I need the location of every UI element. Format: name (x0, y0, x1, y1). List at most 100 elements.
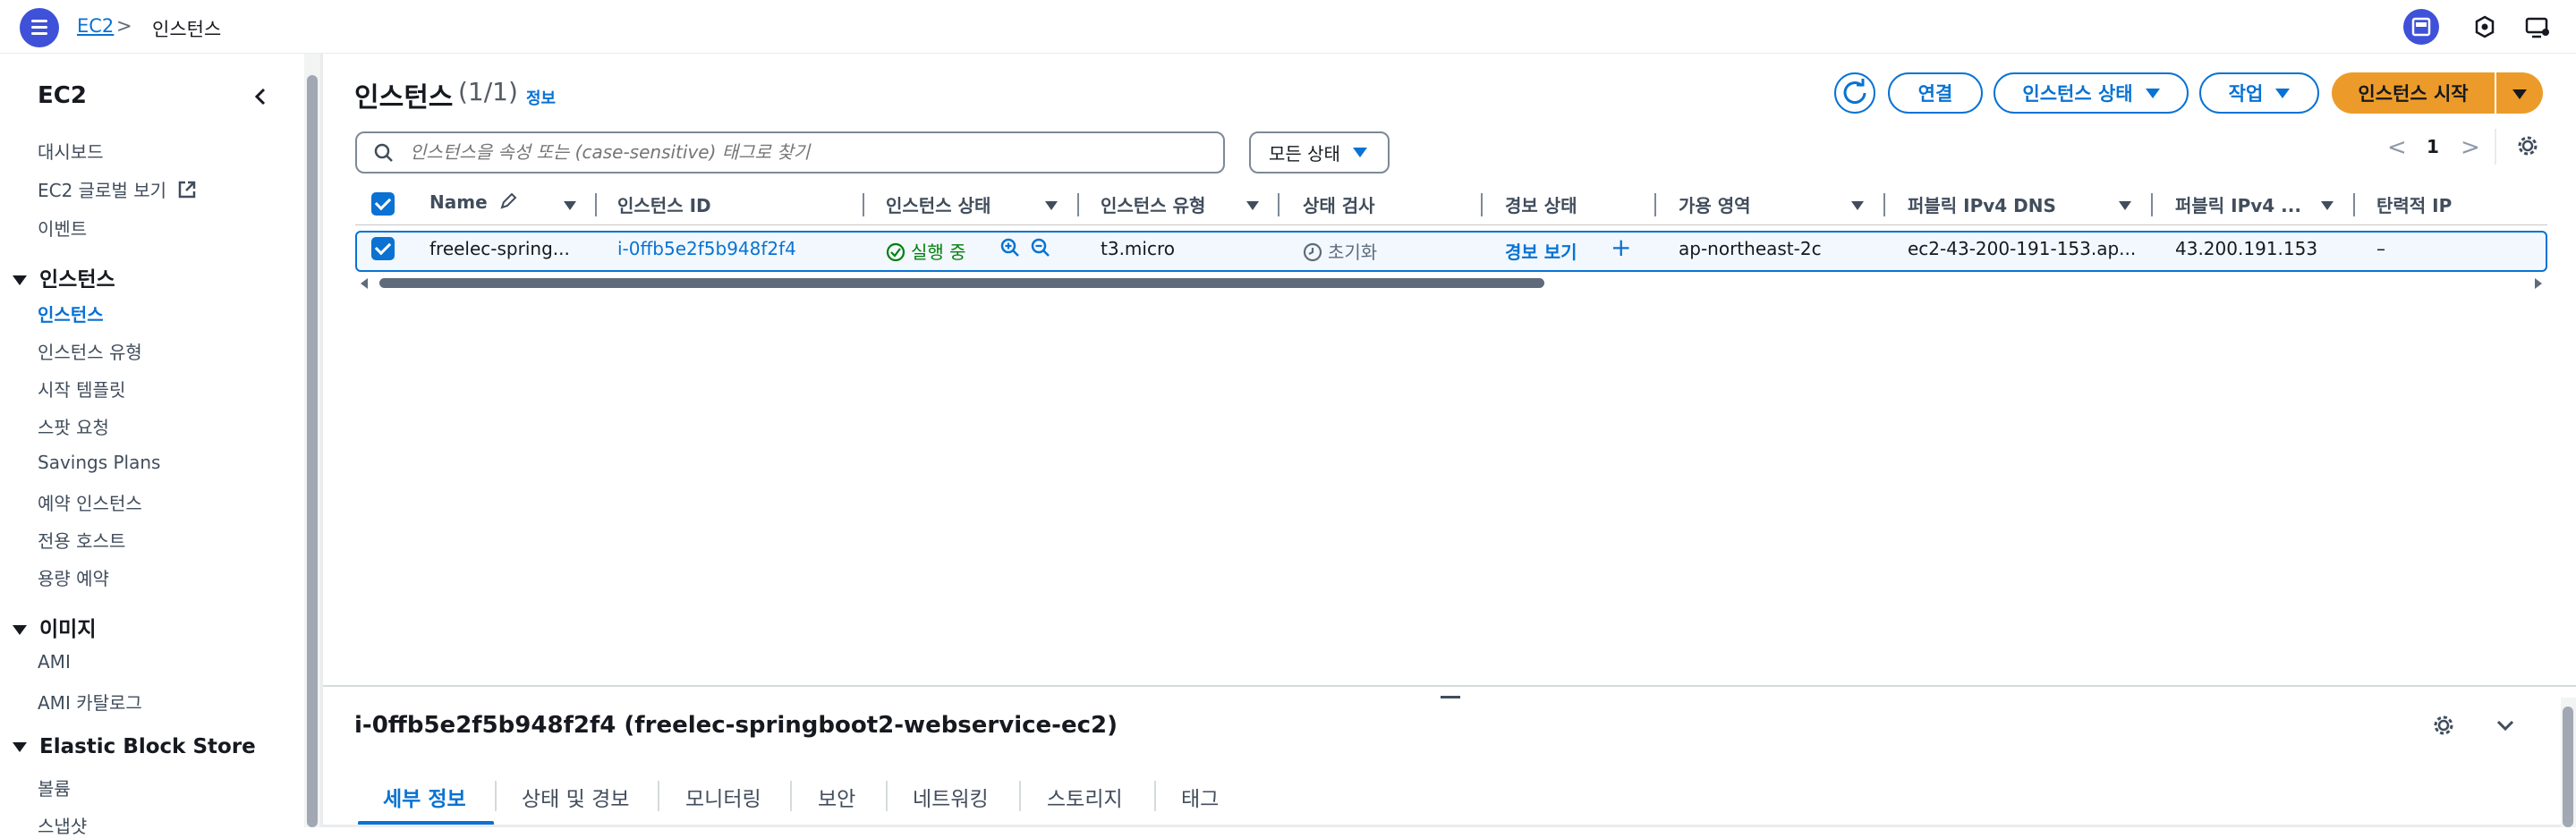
sidebar-item-ami[interactable]: AMI (38, 651, 71, 673)
tab-status-alarms[interactable]: 상태 및 경보 (522, 782, 629, 812)
select-all-checkbox[interactable] (371, 192, 395, 216)
column-header-alarm-status[interactable]: 경보 상태 (1505, 191, 1577, 217)
column-resizer[interactable] (1654, 193, 1656, 216)
actions-button[interactable]: 작업 (2199, 72, 2319, 114)
column-resizer[interactable] (2151, 193, 2153, 216)
zoom-in-icon[interactable] (999, 237, 1021, 258)
column-header-elastic-ip[interactable]: 탄력적 IP (2376, 191, 2452, 217)
scroll-left-icon[interactable] (359, 277, 370, 290)
sidebar-item-events[interactable]: 이벤트 (38, 215, 87, 241)
split-panel-scrollbar-thumb[interactable] (2563, 707, 2573, 827)
gear-icon[interactable] (2430, 712, 2457, 739)
cell-instance-id-link[interactable]: i-0ffb5e2f5b948f2f4 (617, 238, 796, 259)
column-header-status-check[interactable]: 상태 검사 (1303, 191, 1375, 217)
sidebar-item-launch-templates[interactable]: 시작 템플릿 (38, 376, 125, 402)
notifications-icon[interactable] (2467, 9, 2503, 45)
sidebar-item-spot-requests[interactable]: 스팟 요청 (38, 413, 109, 439)
search-input[interactable] (408, 137, 1213, 167)
column-header-instance-id[interactable]: 인스턴스 ID (617, 191, 711, 217)
column-header-instance-state[interactable]: 인스턴스 상태 (886, 191, 990, 217)
column-resizer[interactable] (2353, 193, 2355, 216)
pagination-page-number[interactable]: 1 (2427, 136, 2439, 157)
sidebar-scrollbar-thumb[interactable] (307, 75, 318, 827)
add-alarm-button[interactable]: + (1611, 233, 1631, 262)
sidebar-item-reserved-instances[interactable]: 예약 인스턴스 (38, 489, 142, 515)
tab-divider (790, 781, 792, 811)
table-scrollbar-thumb[interactable] (379, 278, 1544, 288)
sort-caret-icon[interactable] (1851, 201, 1864, 210)
display-icon[interactable] (2519, 9, 2555, 45)
top-navigation: EC2 > 인스턴스 (0, 0, 2576, 54)
connect-button-label: 연결 (1917, 83, 1953, 105)
zoom-out-icon[interactable] (1030, 237, 1051, 258)
pagination-prev-button[interactable]: < (2387, 134, 2407, 161)
column-header-name[interactable]: Name (429, 191, 517, 213)
tab-details[interactable]: 세부 정보 (383, 782, 466, 812)
instance-state-button[interactable]: 인스턴스 상태 (1994, 72, 2189, 114)
clock-icon (1303, 242, 1322, 262)
cell-availability-zone: ap-northeast-2c (1679, 238, 1822, 259)
launch-instances-dropdown-button[interactable] (2496, 72, 2543, 114)
sidebar-item-dashboard[interactable]: 대시보드 (38, 138, 104, 164)
caret-down-icon (13, 275, 27, 285)
sidebar-section-images[interactable]: 이미지 (13, 612, 96, 642)
sidebar-item-volumes[interactable]: 볼륨 (38, 775, 71, 800)
cell-instance-type: t3.micro (1101, 238, 1175, 259)
tab-storage[interactable]: 스토리지 (1047, 782, 1123, 812)
column-resizer[interactable] (1077, 193, 1079, 216)
sort-caret-icon[interactable] (2321, 201, 2334, 210)
sidebar-item-savings-plans[interactable]: Savings Plans (38, 452, 160, 473)
column-header-instance-type[interactable]: 인스턴스 유형 (1101, 191, 1205, 217)
column-resizer[interactable] (863, 193, 864, 216)
sidebar-item-instances[interactable]: 인스턴스 (38, 300, 104, 326)
column-resizer[interactable] (1883, 193, 1885, 216)
sort-caret-icon[interactable] (1045, 201, 1058, 210)
tab-security[interactable]: 보안 (818, 782, 855, 812)
chevron-down-icon[interactable] (2494, 714, 2517, 737)
column-resizer[interactable] (1481, 193, 1483, 216)
gear-icon[interactable] (2514, 132, 2541, 159)
status-filter-select[interactable]: 모든 상태 (1249, 131, 1390, 174)
chevron-left-icon[interactable] (251, 86, 272, 107)
sort-caret-icon[interactable] (564, 201, 576, 210)
sort-caret-icon[interactable] (2119, 201, 2131, 210)
split-panel-icon[interactable] (2403, 9, 2439, 45)
column-header-public-dns[interactable]: 퍼블릭 IPv4 DNS (1908, 191, 2056, 217)
sidebar-item-global-view[interactable]: EC2 글로벌 보기 (38, 176, 197, 202)
info-link[interactable]: 정보 (526, 86, 556, 109)
view-alarms-link[interactable]: 경보 보기 (1505, 238, 1577, 264)
sidebar-item-instance-types[interactable]: 인스턴스 유형 (38, 338, 142, 364)
column-resizer[interactable] (595, 193, 597, 216)
column-resizer[interactable] (1278, 193, 1279, 216)
instance-state-button-label: 인스턴스 상태 (2022, 83, 2133, 105)
sidebar-item-snapshots[interactable]: 스냅샷 (38, 812, 87, 838)
scroll-right-icon[interactable] (2533, 277, 2544, 290)
external-link-icon (179, 181, 196, 199)
column-header-label: Name (429, 191, 488, 213)
cell-name: freelec-spring... (429, 238, 570, 259)
split-panel-resize-handle[interactable] (1441, 696, 1460, 698)
menu-icon[interactable] (20, 8, 59, 47)
sidebar-section-instances[interactable]: 인스턴스 (13, 262, 115, 292)
row-checkbox[interactable] (371, 237, 395, 260)
connect-button[interactable]: 연결 (1888, 72, 1983, 114)
column-header-public-ip[interactable]: 퍼블릭 IPv4 ... (2175, 191, 2301, 217)
tab-monitoring[interactable]: 모니터링 (685, 782, 761, 812)
sidebar-section-ebs[interactable]: Elastic Block Store (13, 735, 256, 758)
launch-instances-button[interactable]: 인스턴스 시작 (2332, 72, 2495, 114)
refresh-button[interactable] (1834, 72, 1875, 114)
instance-state-text: 실행 중 (911, 241, 966, 263)
sidebar-item-dedicated-hosts[interactable]: 전용 호스트 (38, 527, 125, 553)
pagination-next-button[interactable]: > (2461, 134, 2480, 161)
column-header-availability-zone[interactable]: 가용 영역 (1679, 191, 1751, 217)
breadcrumb-ec2-link[interactable]: EC2 (77, 15, 114, 37)
sidebar-item-ami-catalog[interactable]: AMI 카탈로그 (38, 689, 142, 715)
sort-caret-icon[interactable] (1246, 201, 1259, 210)
sidebar-item-capacity-reservations[interactable]: 용량 예약 (38, 564, 109, 590)
tab-divider (1019, 781, 1021, 811)
search-icon (374, 143, 393, 162)
tab-networking[interactable]: 네트워킹 (913, 782, 989, 812)
caret-down-icon (13, 625, 27, 635)
edit-icon (500, 192, 517, 209)
tab-tags[interactable]: 태그 (1181, 782, 1219, 812)
